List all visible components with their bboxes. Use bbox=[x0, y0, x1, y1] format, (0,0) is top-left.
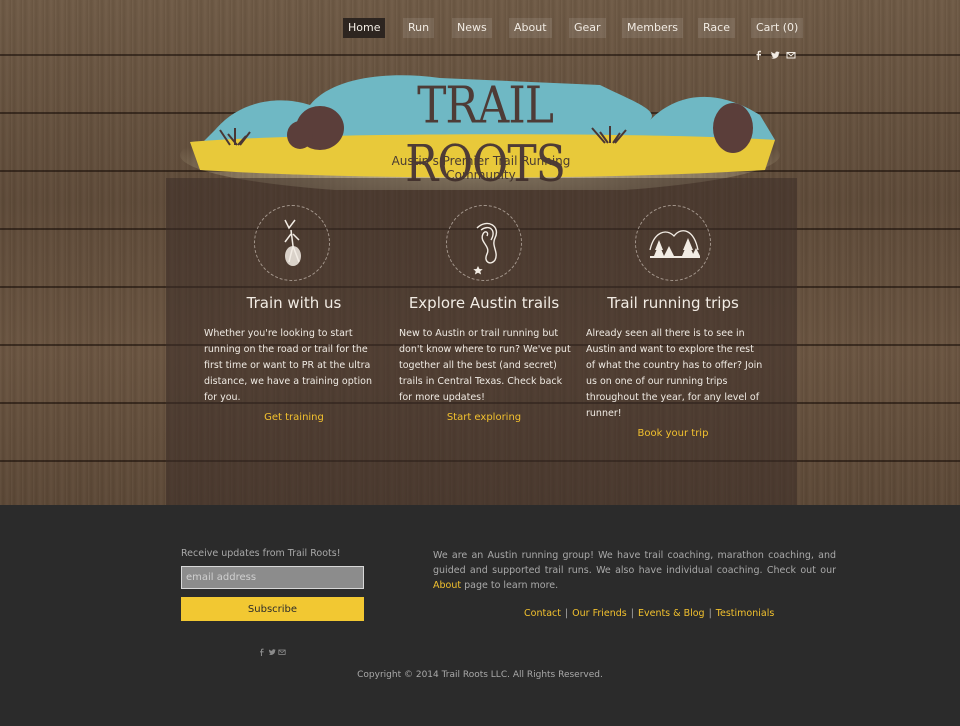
email-icon[interactable] bbox=[786, 46, 796, 59]
about-blurb: We are an Austin running group! We have … bbox=[433, 548, 836, 593]
runner-icon bbox=[254, 205, 330, 281]
trail-map-icon bbox=[446, 205, 522, 281]
feature-title: Train with us bbox=[246, 294, 342, 312]
get-training-link[interactable]: Get training bbox=[194, 412, 394, 423]
newsletter-label: Receive updates from Trail Roots! bbox=[181, 548, 341, 559]
about-text-part: We are an Austin running group! We have … bbox=[433, 550, 836, 576]
site-footer: Receive updates from Trail Roots! Subscr… bbox=[0, 505, 960, 726]
footer-links: Contact | Our Friends | Events & Blog | Testim… bbox=[524, 608, 774, 619]
link-separator: | bbox=[564, 608, 569, 619]
nav-cart[interactable]: Cart (0) bbox=[751, 18, 804, 38]
nav-run[interactable]: Run bbox=[403, 18, 435, 38]
nav-about[interactable]: About bbox=[509, 18, 552, 38]
nav-race[interactable]: Race bbox=[698, 18, 735, 38]
testimonials-link[interactable]: Testimonials bbox=[716, 608, 774, 619]
twitter-icon[interactable] bbox=[770, 46, 780, 59]
link-separator: | bbox=[630, 608, 634, 619]
twitter-icon[interactable] bbox=[268, 642, 276, 655]
subscribe-button[interactable]: Subscribe bbox=[181, 597, 364, 621]
mountain-trees-icon bbox=[635, 205, 711, 281]
nav-home[interactable]: Home bbox=[343, 18, 386, 38]
feature-description: New to Austin or trail running but don't… bbox=[399, 328, 571, 403]
features-panel: Train with us Whether you're looking to … bbox=[166, 178, 797, 505]
start-exploring-link[interactable]: Start exploring bbox=[384, 412, 584, 423]
email-icon[interactable] bbox=[278, 642, 286, 655]
facebook-icon[interactable] bbox=[754, 46, 764, 60]
feature-title: Explore Austin trails bbox=[408, 294, 560, 312]
nav-news[interactable]: News bbox=[452, 18, 492, 38]
nav-members[interactable]: Members bbox=[622, 18, 683, 38]
book-your-trip-link[interactable]: Book your trip bbox=[573, 428, 773, 439]
contact-link[interactable]: Contact bbox=[524, 608, 561, 619]
about-link[interactable]: About bbox=[433, 580, 461, 591]
feature-title: Trail running trips bbox=[607, 294, 739, 312]
link-separator: | bbox=[708, 608, 712, 619]
our-friends-link[interactable]: Our Friends bbox=[572, 608, 627, 619]
copyright-text: Copyright © 2014 Trail Roots LLC. All Ri… bbox=[357, 670, 603, 680]
feature-description: Whether you're looking to start running … bbox=[204, 328, 372, 403]
events-blog-link[interactable]: Events & Blog bbox=[638, 608, 705, 619]
about-text-part: page to learn more. bbox=[461, 580, 559, 591]
email-field[interactable] bbox=[181, 566, 364, 589]
hero-background: Home Run News About Gear Members Race Ca… bbox=[0, 0, 960, 505]
logo-banner: TRAIL ROOTS Austin's Premier Trail Runni… bbox=[180, 70, 780, 194]
facebook-icon[interactable] bbox=[258, 642, 266, 656]
nav-gear[interactable]: Gear bbox=[569, 18, 606, 38]
feature-description: Already seen all there is to see in Aust… bbox=[586, 328, 763, 419]
